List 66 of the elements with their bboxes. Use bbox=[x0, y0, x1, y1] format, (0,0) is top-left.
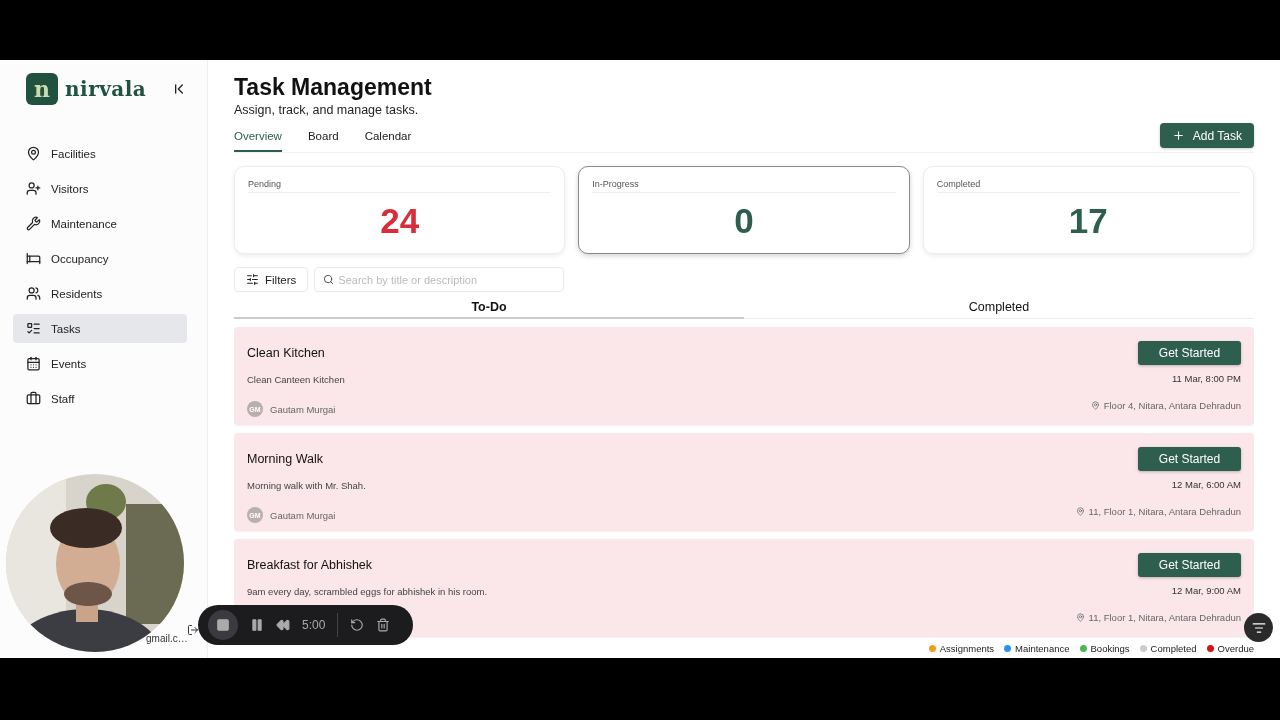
legend-label: Overdue bbox=[1217, 642, 1254, 654]
task-description: 9am every day, scrambled eggs for abhishek in his room. bbox=[247, 586, 488, 597]
task-due-date: 11 Mar, 8:00 PM bbox=[1172, 373, 1241, 384]
tab[interactable]: Calendar bbox=[364, 130, 412, 152]
location-pin-icon bbox=[1075, 613, 1085, 622]
sidebar-item[interactable]: Tasks bbox=[13, 314, 187, 343]
stat-card[interactable]: Completed 17 bbox=[922, 166, 1254, 254]
tab[interactable]: Overview bbox=[234, 130, 282, 152]
rewind-icon[interactable] bbox=[276, 618, 290, 632]
logout-icon[interactable] bbox=[187, 624, 199, 636]
get-started-button[interactable]: Get Started bbox=[1138, 447, 1241, 471]
task-location: Floor 4, Nitara, Antara Dehradun bbox=[1103, 400, 1241, 411]
stat-label: Completed bbox=[936, 179, 1240, 193]
task-location: 11, Floor 1, Nitara, Antara Dehradun bbox=[1088, 506, 1241, 517]
task-description: Morning walk with Mr. Shah. bbox=[247, 480, 366, 491]
list-tab[interactable]: Completed bbox=[744, 300, 1254, 319]
sidebar-item[interactable]: Maintenance bbox=[13, 209, 187, 238]
stat-value: 24 bbox=[379, 201, 421, 241]
assignee-name: Gautam Murgai bbox=[270, 509, 336, 521]
stat-value: 0 bbox=[733, 201, 755, 241]
sidebar-item[interactable]: Events bbox=[13, 349, 187, 378]
stop-icon bbox=[216, 618, 230, 632]
sidebar-item[interactable]: Facilities bbox=[13, 139, 187, 168]
page-title: Task Management bbox=[234, 74, 433, 101]
stat-value: 17 bbox=[1067, 201, 1109, 241]
legend-label: Completed bbox=[1150, 642, 1197, 654]
task-title: Breakfast for Abhishek bbox=[247, 558, 374, 572]
location-pin-icon bbox=[1075, 507, 1085, 516]
sliders-icon bbox=[246, 273, 259, 286]
filters-button[interactable]: Filters bbox=[234, 267, 309, 292]
restart-icon[interactable] bbox=[350, 618, 365, 632]
brand-name: nirvala bbox=[65, 76, 147, 101]
user-email: gmail.c… bbox=[146, 633, 188, 644]
legend-label: Maintenance bbox=[1015, 642, 1070, 654]
task-title: Clean Kitchen bbox=[247, 346, 326, 360]
get-started-button[interactable]: Get Started bbox=[1138, 553, 1241, 577]
stat-label: Pending bbox=[248, 179, 552, 193]
sidebar-item[interactable]: Residents bbox=[13, 279, 187, 308]
recording-time: 5:00 bbox=[302, 618, 326, 632]
page-subtitle: Assign, track, and manage tasks. bbox=[234, 103, 420, 117]
task-due-date: 12 Mar, 6:00 AM bbox=[1171, 479, 1241, 490]
tab[interactable]: Board bbox=[307, 130, 339, 152]
logo-mark: n bbox=[26, 72, 58, 105]
trash-icon[interactable] bbox=[376, 618, 391, 632]
sidebar-item[interactable]: Occupancy bbox=[13, 244, 187, 273]
legend-label: Bookings bbox=[1090, 642, 1130, 654]
stat-card[interactable]: In-Progress 0 bbox=[578, 166, 910, 254]
add-task-button[interactable]: Add Task bbox=[1159, 123, 1254, 148]
stop-button[interactable] bbox=[208, 610, 238, 640]
plus-icon bbox=[1171, 129, 1185, 142]
stat-card[interactable]: Pending 24 bbox=[234, 166, 566, 254]
task-due-date: 12 Mar, 9:00 AM bbox=[1171, 585, 1241, 596]
task-location: 11, Floor 1, Nitara, Antara Dehradun bbox=[1088, 612, 1241, 623]
task-description: Clean Canteen Kitchen bbox=[247, 374, 345, 385]
search-icon bbox=[323, 274, 335, 285]
search-field[interactable]: Search by title or description bbox=[314, 267, 565, 292]
get-started-button[interactable]: Get Started bbox=[1138, 341, 1241, 365]
sidebar-item[interactable]: Staff bbox=[13, 384, 187, 413]
assignee-name: Gautam Murgai bbox=[270, 403, 336, 415]
pause-icon[interactable] bbox=[250, 618, 264, 632]
stat-label: In-Progress bbox=[592, 179, 896, 193]
legend-label: Assignments bbox=[939, 642, 995, 654]
list-tab[interactable]: To-Do bbox=[234, 300, 744, 319]
sidebar-item[interactable]: Visitors bbox=[13, 174, 187, 203]
location-pin-icon bbox=[1090, 401, 1100, 410]
task-title: Morning Walk bbox=[247, 452, 324, 466]
